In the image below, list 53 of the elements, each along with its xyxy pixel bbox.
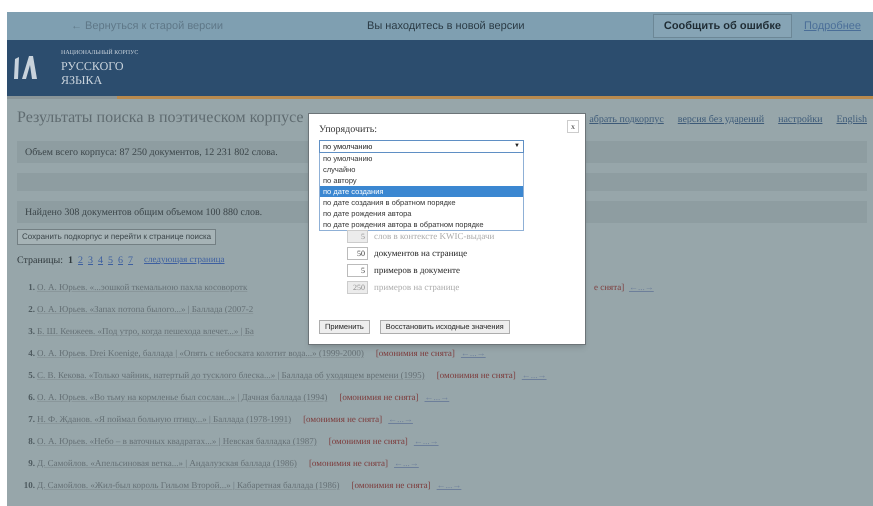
header-link[interactable]: настройки bbox=[778, 112, 822, 127]
homonymy-note: [омонимия не снята] bbox=[308, 457, 388, 470]
field-label: примеров в документе bbox=[374, 264, 460, 277]
result-number: 9. bbox=[28, 457, 35, 470]
field-label: документов на странице bbox=[374, 246, 468, 260]
context-link[interactable]: ←...→ bbox=[394, 457, 419, 471]
header-link[interactable]: English bbox=[836, 112, 867, 127]
page-link[interactable]: 1 bbox=[68, 252, 74, 268]
homonymy-note: [омонимия не снята] bbox=[376, 347, 455, 360]
dialog-title: Упорядочить: bbox=[319, 123, 378, 137]
next-page-link[interactable]: следующая страница bbox=[144, 253, 224, 267]
logo-title: РУССКОГО bbox=[61, 60, 125, 72]
context-link[interactable]: ←...→ bbox=[460, 347, 486, 361]
version-notice: Вы находитесь в новой версии bbox=[367, 18, 525, 34]
page-link[interactable]: 7 bbox=[128, 252, 134, 268]
field-label: примеров на странице bbox=[374, 280, 460, 294]
result-number: 8. bbox=[28, 435, 35, 448]
context-link[interactable]: ←...→ bbox=[424, 391, 450, 405]
homonymy-note: [омонимия не снята] bbox=[436, 369, 516, 382]
logo-title: ЯЗЫКА bbox=[61, 74, 104, 86]
save-subcorpus-button[interactable]: Сохранить подкорпус и перейти к странице поиска bbox=[17, 229, 216, 245]
homonymy-note: [омонимия не снята] bbox=[339, 391, 419, 404]
page-link[interactable]: 5 bbox=[108, 252, 114, 268]
close-button[interactable]: x bbox=[567, 120, 579, 133]
result-number: 7. bbox=[28, 413, 35, 426]
number-field[interactable]: 5 bbox=[347, 264, 368, 277]
homonymy-note: [омонимия не снята] bbox=[352, 479, 431, 492]
result-number: 2. bbox=[28, 303, 35, 316]
page-link[interactable]: 4 bbox=[98, 252, 104, 268]
context-link[interactable]: ←...→ bbox=[522, 369, 547, 383]
homonymy-note: [омонимия не снята] bbox=[303, 413, 382, 426]
page-link[interactable]: 3 bbox=[88, 252, 94, 268]
result-number: 4. bbox=[28, 347, 35, 360]
field-label: слов в контексте KWIC-выдачи bbox=[374, 230, 494, 243]
result-number: 6. bbox=[28, 391, 35, 404]
context-link[interactable]: ←...→ bbox=[436, 479, 462, 493]
context-link[interactable]: ←...→ bbox=[388, 413, 413, 427]
header-link[interactable]: версия без ударений bbox=[678, 112, 764, 127]
header-link[interactable]: абрать подкорпус bbox=[589, 112, 664, 127]
report-error-button[interactable]: Сообщить об ошибке bbox=[652, 14, 792, 38]
pages-label: Страницы: bbox=[17, 254, 64, 268]
result-number: 1. bbox=[28, 281, 35, 294]
homonymy-note: е снята] bbox=[594, 281, 624, 294]
result-number: 5. bbox=[28, 369, 35, 382]
number-field[interactable]: 50 bbox=[347, 247, 368, 260]
context-link[interactable]: ←...→ bbox=[414, 435, 439, 449]
page-title: Результаты поиска в поэтическом корпусе bbox=[17, 108, 304, 128]
homonymy-note: [омонимия не снята] bbox=[328, 435, 408, 448]
page-link[interactable]: 6 bbox=[118, 252, 124, 268]
page-link[interactable]: 2 bbox=[78, 252, 84, 268]
result-number: 10. bbox=[24, 479, 35, 492]
context-link[interactable]: ←...→ bbox=[629, 281, 654, 295]
result-number: 3. bbox=[28, 325, 35, 338]
